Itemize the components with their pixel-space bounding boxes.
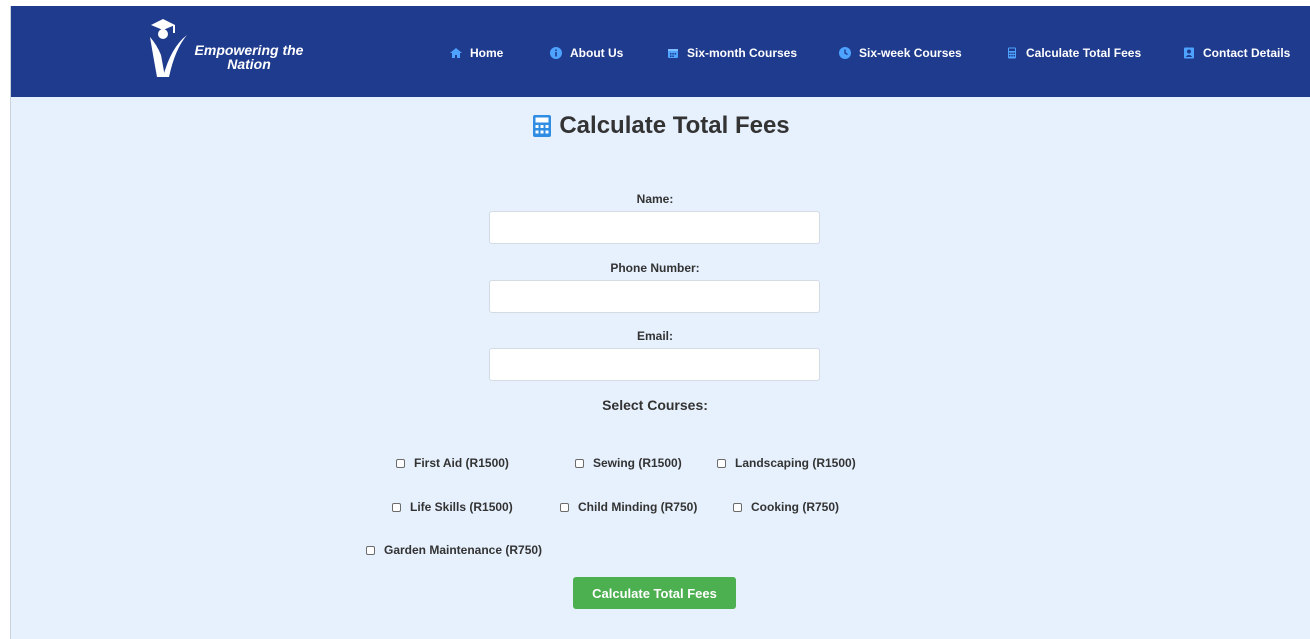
navbar: Empowering the Nation Home About Us Six-… [11, 6, 1310, 97]
course-sewing[interactable]: Sewing (R1500) [575, 455, 682, 471]
course-label: Garden Maintenance (R750) [384, 543, 543, 557]
course-label: Child Minding (R750) [578, 500, 698, 514]
page-title-text: Calculate Total Fees [559, 112, 790, 139]
home-icon [450, 48, 462, 58]
email-label: Email: [636, 329, 673, 343]
course-label: Sewing (R1500) [593, 456, 682, 470]
course-cooking[interactable]: Cooking (R750) [733, 499, 839, 515]
clock-icon [839, 47, 851, 59]
nav-calculate-total-fees[interactable]: Calculate Total Fees [1006, 45, 1141, 61]
nav-home-label: Home [470, 46, 504, 60]
course-label: First Aid (R1500) [414, 456, 509, 470]
calculate-total-fees-button[interactable]: Calculate Total Fees [573, 577, 736, 609]
phone-label: Phone Number: [610, 261, 700, 275]
nav-six-month-courses-label: Six-month Courses [687, 46, 798, 60]
calendar-icon [668, 49, 678, 58]
course-checkbox[interactable] [392, 502, 401, 512]
brand-logo[interactable]: Empowering the Nation [147, 15, 327, 79]
page-frame: Empowering the Nation Home About Us Six-… [10, 6, 1310, 639]
course-life-skills[interactable]: Life Skills (R1500) [392, 499, 513, 515]
brand-name: Empowering the Nation [194, 42, 304, 72]
course-checkbox[interactable] [560, 502, 569, 512]
calculator-icon [533, 115, 552, 137]
email-input[interactable] [489, 348, 820, 381]
course-child-minding[interactable]: Child Minding (R750) [560, 499, 697, 515]
course-landscaping[interactable]: Landscaping (R1500) [717, 455, 856, 471]
course-checkbox[interactable] [717, 458, 726, 468]
nav-six-week-courses[interactable]: Six-week Courses [839, 45, 962, 61]
course-checkbox[interactable] [575, 458, 584, 468]
nav-contact-details[interactable]: Contact Details [1183, 45, 1290, 61]
phone-input[interactable] [489, 280, 820, 313]
nav-six-month-courses[interactable]: Six-month Courses [667, 45, 797, 61]
graduate-logo-icon [150, 19, 187, 77]
name-label: Name: [636, 192, 674, 206]
nav-about-us[interactable]: About Us [550, 45, 623, 61]
nav-calculate-total-fees-label: Calculate Total Fees [1026, 46, 1142, 60]
calculator-icon [1008, 47, 1016, 59]
page-title: Calculate Total Fees [11, 109, 1310, 143]
contact-card-icon [1184, 47, 1194, 59]
info-icon [550, 47, 562, 59]
course-garden-maintenance[interactable]: Garden Maintenance (R750) [366, 542, 542, 558]
course-checkbox[interactable] [366, 545, 375, 555]
nav-six-week-courses-label: Six-week Courses [859, 46, 962, 60]
course-label: Landscaping (R1500) [735, 456, 856, 470]
course-label: Cooking (R750) [751, 500, 840, 514]
nav-home[interactable]: Home [450, 45, 503, 61]
course-checkbox[interactable] [733, 502, 742, 512]
nav-about-us-label: About Us [570, 46, 624, 60]
name-input[interactable] [489, 211, 820, 244]
nav-contact-details-label: Contact Details [1203, 46, 1291, 60]
course-checkbox[interactable] [396, 458, 405, 468]
course-first-aid[interactable]: First Aid (R1500) [396, 455, 509, 471]
course-label: Life Skills (R1500) [410, 500, 513, 514]
courses-heading: Select Courses: [602, 397, 708, 413]
